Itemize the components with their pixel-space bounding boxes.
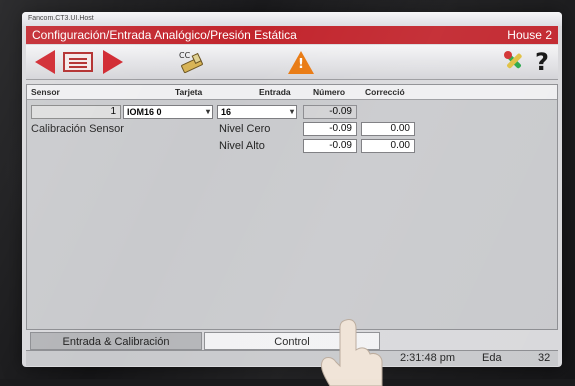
help-button[interactable]: ? [530, 48, 554, 76]
warning-icon-mark: ! [298, 56, 304, 72]
cc-edit-icon: CC [179, 51, 203, 74]
entrada-value: 16 [221, 107, 232, 117]
toolbar: CC ! ? [26, 45, 558, 80]
calibration-label: Calibración Sensor [31, 123, 124, 135]
header-bar: Configuración/Entrada Analógico/Presión … [26, 26, 558, 44]
pointing-hand [321, 319, 383, 386]
zero-correction-input[interactable]: 0.00 [361, 122, 415, 136]
window-title: Fancom.CT3.UI.Host [28, 15, 94, 22]
zero-level-label: Nivel Cero [219, 123, 271, 135]
col-numero: Número [313, 87, 346, 97]
tab-entrada-calibracion-label: Entrada & Calibración [62, 336, 170, 348]
breadcrumb: Configuración/Entrada Analógico/Presión … [32, 28, 297, 42]
window-titlebar: Fancom.CT3.UI.Host [22, 12, 562, 26]
cc-edit-button[interactable]: CC [174, 48, 210, 76]
screen: Fancom.CT3.UI.Host Configuración/Entrada… [22, 12, 562, 367]
entrada-chevron-down-icon: ▾ [289, 107, 294, 116]
next-arrow-icon [103, 50, 123, 74]
status-day-value: 32 [538, 352, 551, 364]
status-bar: 20 2:31:48 pm Eda 32 [26, 350, 558, 366]
sensor-id: 1 [31, 105, 121, 119]
help-icon: ? [535, 48, 549, 76]
col-correccion: Correcció [365, 87, 405, 97]
tarjeta-chevron-down-icon: ▾ [205, 107, 210, 116]
zero-level-input[interactable]: -0.09 [303, 122, 357, 136]
status-day-label: Eda [482, 352, 502, 364]
house-label: House 2 [507, 28, 552, 42]
cc-icon-text: CC [179, 51, 191, 60]
col-sensor: Sensor [31, 87, 60, 97]
tools-icon [504, 51, 522, 69]
col-tarjeta: Tarjeta [175, 87, 203, 97]
high-level-label: Nivel Alto [219, 140, 265, 152]
col-entrada: Entrada [259, 87, 291, 97]
entrada-select[interactable]: 16 ▾ [217, 105, 297, 119]
warning-button[interactable]: ! [284, 48, 318, 76]
high-level-input[interactable]: -0.09 [303, 139, 357, 153]
high-correction-input[interactable]: 0.00 [361, 139, 415, 153]
sensor-panel: Sensor Tarjeta Entrada Número Correcció … [26, 84, 558, 330]
numero-value: -0.09 [303, 105, 357, 119]
tarjeta-value: IOM16 0 [127, 107, 162, 117]
next-button[interactable] [100, 48, 126, 76]
list-button[interactable] [60, 48, 96, 76]
prev-button[interactable] [32, 48, 58, 76]
prev-arrow-icon [35, 50, 55, 74]
tab-entrada-calibracion[interactable]: Entrada & Calibración [30, 332, 202, 350]
warning-icon: ! [288, 50, 314, 74]
list-icon [63, 52, 93, 72]
table-header: Sensor Tarjeta Entrada Número Correcció [27, 85, 557, 100]
tab-bar: Entrada & Calibración Control [26, 332, 558, 350]
status-time: 2:31:48 pm [400, 352, 456, 364]
tarjeta-select[interactable]: IOM16 0 ▾ [123, 105, 213, 119]
tab-control-label: Control [274, 336, 310, 348]
tools-button[interactable] [500, 48, 528, 76]
